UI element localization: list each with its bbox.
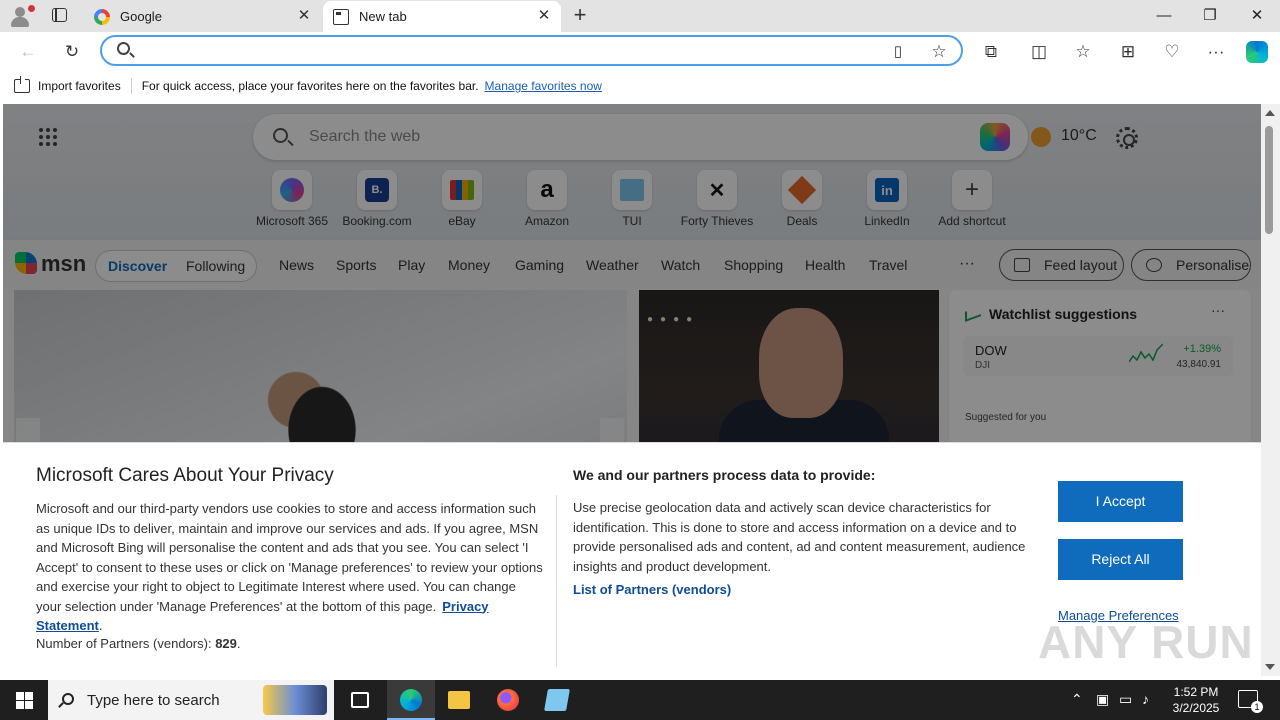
favorite-star-icon[interactable]: ☆	[928, 41, 950, 63]
taskbar-clock[interactable]: 1:52 PM 3/2/2025	[1160, 684, 1232, 716]
process-description: Use precise geolocation data and activel…	[573, 500, 1026, 574]
divider	[556, 495, 557, 667]
privacy-body: Microsoft and our third-party vendors us…	[36, 501, 543, 633]
reject-all-button[interactable]: Reject All	[1058, 539, 1183, 580]
close-tab-icon[interactable]: ✕	[297, 8, 311, 23]
address-bar[interactable]: ▯ ☆	[100, 35, 963, 66]
vendors-label: Number of Partners (vendors):	[36, 636, 212, 651]
accept-button[interactable]: I Accept	[1058, 481, 1183, 522]
taskbar-notepad[interactable]	[533, 680, 581, 720]
import-icon[interactable]	[14, 76, 30, 93]
notepad-icon	[544, 689, 570, 711]
scroll-down-icon[interactable]	[1265, 664, 1275, 670]
favorites-message: For quick access, place your favorites h…	[141, 79, 479, 93]
close-tab-icon[interactable]: ✕	[537, 8, 551, 23]
scroll-up-icon[interactable]	[1265, 110, 1275, 116]
privacy-title: Microsoft Cares About Your Privacy	[36, 465, 334, 486]
copilot-icon[interactable]	[1246, 41, 1268, 63]
vertical-scrollbar[interactable]	[1261, 104, 1280, 676]
extensions-icon[interactable]: ⧉	[980, 41, 1002, 63]
search-icon	[62, 693, 74, 705]
anyrun-watermark: ANY RUN	[1038, 616, 1254, 668]
privacy-body-text: Microsoft and our third-party vendors us…	[36, 501, 543, 614]
taskbar-search-box[interactable]: Type here to search	[48, 680, 334, 720]
vendors-count: Number of Partners (vendors): 829.	[36, 636, 241, 651]
divider	[130, 78, 132, 94]
firefox-icon	[497, 689, 519, 711]
vendors-number: 829	[215, 636, 237, 651]
restore-button[interactable]: ❐	[1198, 6, 1222, 26]
volume-icon[interactable]: ♪	[1142, 691, 1149, 707]
split-screen-icon[interactable]: ◫	[1028, 41, 1050, 63]
notification-icon[interactable]: 1	[1238, 690, 1263, 713]
tab-title: Google	[120, 9, 162, 24]
google-icon	[94, 8, 110, 25]
close-window-button[interactable]: ✕	[1245, 6, 1269, 26]
folder-icon	[448, 691, 470, 709]
tray-meet-icon[interactable]: ▣	[1096, 691, 1109, 708]
back-icon[interactable]: ←	[17, 41, 39, 63]
taskbar-file-explorer[interactable]	[435, 680, 483, 720]
favorites-icon[interactable]: ☆	[1072, 41, 1094, 63]
new-tab-icon	[333, 8, 349, 25]
windows-taskbar: Type here to search ⌃ ▣ ▭ ♪ 1:52 PM 3/2/…	[0, 680, 1280, 720]
new-tab-button[interactable]: +	[569, 4, 591, 27]
start-button[interactable]	[16, 692, 33, 709]
taskbar-edge[interactable]	[387, 680, 435, 720]
tray-overflow-icon[interactable]: ⌃	[1071, 691, 1083, 708]
profile-icon[interactable]	[8, 4, 35, 28]
tab-title: New tab	[359, 9, 407, 24]
scrollbar-thumb[interactable]	[1265, 126, 1273, 234]
minimize-button[interactable]: —	[1152, 6, 1176, 26]
tab-google[interactable]: Google ✕	[84, 1, 321, 32]
more-menu-icon[interactable]: ···	[1205, 41, 1227, 63]
address-input[interactable]	[142, 40, 872, 62]
notification-count: 1	[1251, 701, 1263, 713]
task-view-button[interactable]	[336, 680, 384, 720]
collections-icon[interactable]: ⊞	[1117, 41, 1139, 63]
manage-favorites-link[interactable]: Manage favorites now	[485, 79, 602, 93]
browser-essentials-icon[interactable]: ♡	[1161, 41, 1183, 63]
import-favorites-button[interactable]: Import favorites	[38, 79, 121, 93]
privacy-consent-banner: Microsoft Cares About Your Privacy Micro…	[3, 442, 1261, 676]
immersive-reader-icon[interactable]: ▯	[887, 41, 909, 63]
clock-date: 3/2/2025	[1172, 701, 1220, 715]
search-icon	[117, 42, 130, 55]
clock-time: 1:52 PM	[1173, 685, 1219, 699]
favorites-bar: Import favorites For quick access, place…	[0, 72, 1280, 100]
process-title: We and our partners process data to prov…	[573, 467, 876, 483]
workspaces-icon[interactable]	[52, 8, 67, 22]
edge-icon	[400, 689, 422, 711]
tab-strip: Google ✕ New tab ✕ + — ❐ ✕	[0, 0, 1280, 32]
browser-toolbar: ← ↻ ▯ ☆ ⧉ ◫ ☆ ⊞ ♡ ···	[0, 32, 1280, 72]
refresh-icon[interactable]: ↻	[61, 41, 83, 63]
search-highlight-image	[263, 685, 327, 715]
taskbar-firefox[interactable]	[484, 680, 532, 720]
partners-list-link[interactable]: List of Partners (vendors)	[573, 582, 731, 597]
network-icon[interactable]: ▭	[1119, 691, 1132, 708]
tab-new-tab[interactable]: New tab ✕	[323, 1, 561, 32]
taskbar-search-placeholder: Type here to search	[87, 692, 220, 709]
